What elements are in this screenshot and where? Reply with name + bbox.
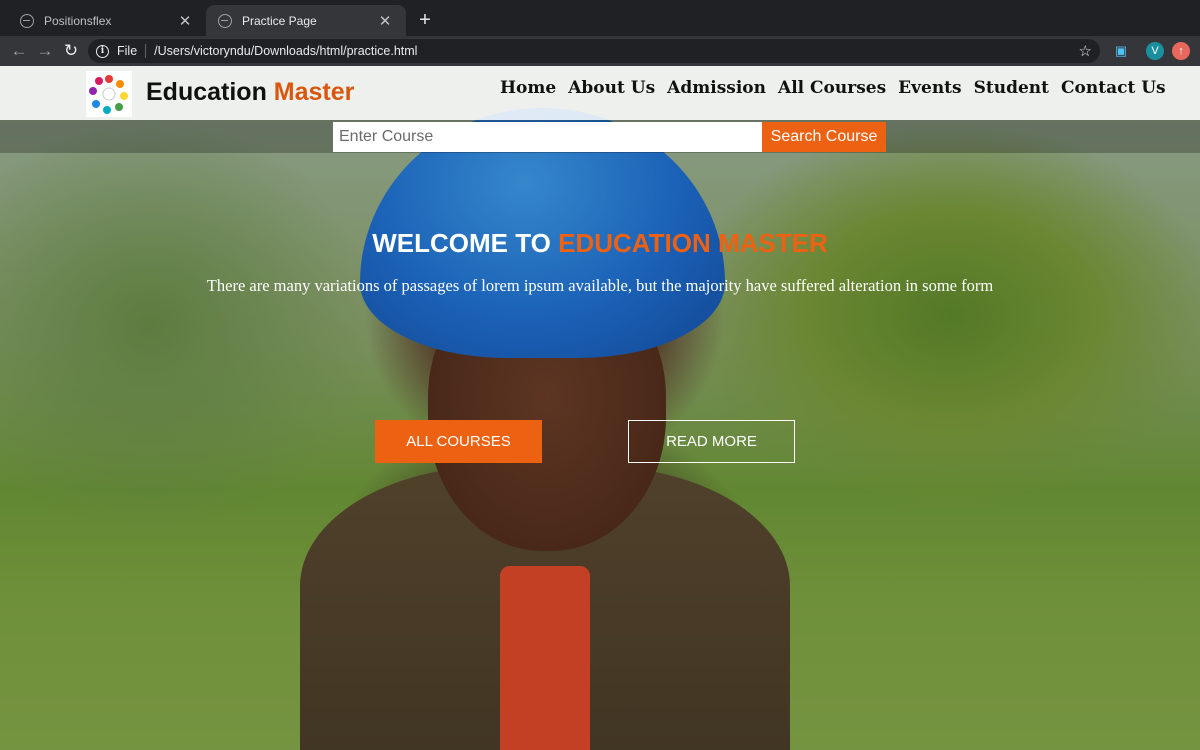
star-icon[interactable]: ☆: [1079, 42, 1092, 60]
address-bar[interactable]: i File /Users/victoryndu/Downloads/html/…: [88, 39, 1100, 63]
extension-icon[interactable]: ▣: [1112, 42, 1130, 60]
all-courses-button[interactable]: ALL COURSES: [375, 420, 542, 463]
address-url[interactable]: /Users/victoryndu/Downloads/html/practic…: [154, 44, 417, 58]
nav-all-courses[interactable]: All Courses: [778, 78, 886, 98]
info-icon[interactable]: i: [96, 44, 109, 58]
search-bar: Search Course: [0, 120, 1200, 153]
nav-contact-us[interactable]: Contact Us: [1061, 78, 1166, 98]
forward-icon[interactable]: →: [34, 40, 56, 62]
new-tab-icon[interactable]: +: [414, 9, 436, 31]
tab-strip: Positionsflex ✕ Practice Page ✕ +: [0, 0, 1200, 36]
course-search-input[interactable]: [333, 122, 762, 152]
nav-events[interactable]: Events: [898, 78, 961, 98]
read-more-button[interactable]: READ MORE: [628, 420, 795, 463]
close-icon[interactable]: ✕: [376, 12, 394, 30]
globe-icon: [20, 13, 34, 28]
site-brand[interactable]: Education Master: [146, 78, 354, 107]
nav-student[interactable]: Student: [974, 78, 1049, 98]
web-page: Education Master Home About Us Admission…: [0, 66, 1200, 750]
search-course-button[interactable]: Search Course: [762, 122, 886, 152]
tab-title: Positionsflex: [44, 13, 112, 28]
globe-icon: [218, 13, 232, 28]
back-icon[interactable]: ←: [8, 40, 30, 62]
tab-positionsflex[interactable]: Positionsflex ✕: [8, 5, 206, 36]
close-icon[interactable]: ✕: [176, 12, 194, 30]
address-protocol: File: [117, 44, 138, 58]
brand-accent: Master: [273, 78, 355, 106]
profile-avatar[interactable]: V: [1146, 42, 1164, 60]
reload-icon[interactable]: ↻: [60, 40, 82, 62]
address-divider: [145, 44, 147, 58]
main-nav: Home About Us Admission All Courses Even…: [500, 78, 1178, 98]
nav-admission[interactable]: Admission: [667, 78, 766, 98]
site-header: Education Master Home About Us Admission…: [0, 66, 1200, 120]
browser-toolbar: ← → ↻ i File /Users/victoryndu/Downloads…: [0, 36, 1200, 66]
hero-title-prefix: WELCOME TO: [372, 228, 551, 258]
update-icon[interactable]: ↑: [1172, 42, 1190, 60]
tab-title: Practice Page: [242, 13, 317, 28]
nav-about-us[interactable]: About Us: [568, 78, 655, 98]
tab-practice-page[interactable]: Practice Page ✕: [206, 5, 406, 36]
nav-home[interactable]: Home: [500, 78, 556, 98]
hero-overlay: [0, 66, 1200, 750]
hero-subtitle: There are many variations of passages of…: [206, 276, 994, 295]
hero-title-accent: EDUCATION MASTER: [558, 228, 828, 258]
brand-name: Education: [146, 78, 267, 106]
hero-title: WELCOME TO EDUCATION MASTER: [0, 228, 1200, 259]
logo-icon[interactable]: [86, 71, 132, 117]
